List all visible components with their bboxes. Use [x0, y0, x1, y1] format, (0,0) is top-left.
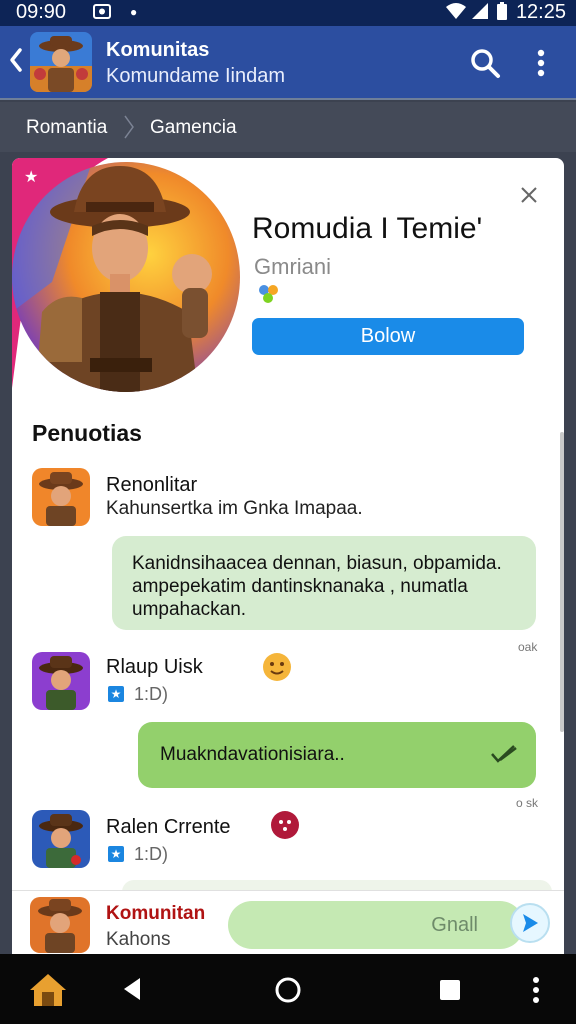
battery-icon — [496, 1, 508, 26]
read-check-icon — [490, 744, 518, 764]
smiley-emoji-icon — [262, 652, 292, 682]
home-app-icon[interactable] — [26, 970, 70, 1015]
breadcrumb: Romantia Gamencia — [0, 102, 576, 152]
breadcrumb-item-2[interactable]: Gamencia — [150, 117, 237, 139]
notification-dot-icon: ● — [130, 5, 138, 19]
message-meta: 1:D) — [134, 684, 169, 704]
close-icon — [521, 187, 537, 203]
close-button[interactable] — [518, 184, 540, 206]
message-bubble[interactable]: Muakndavationisiara.. — [138, 722, 536, 788]
composer-avatar[interactable] — [30, 897, 90, 953]
nav-home-button[interactable] — [274, 976, 302, 1009]
signal-icon — [470, 1, 490, 26]
header-subtitle: Komundame Iindam — [106, 65, 285, 87]
nav-back-button[interactable] — [122, 976, 144, 1007]
status-bar: 09:90 ● 12:25 — [0, 0, 576, 26]
breadcrumb-item-1[interactable]: Romantia — [26, 117, 107, 139]
reaction-emoji-icon — [270, 810, 300, 840]
send-button[interactable] — [510, 903, 550, 943]
bubble-text: Muakndavationisiara.. — [160, 744, 345, 765]
chevron-left-icon — [10, 48, 22, 72]
more-vert-icon — [533, 977, 539, 1003]
message-time: oak — [518, 640, 538, 654]
composer-subtitle: Kahons — [106, 929, 171, 950]
message-meta: 1:D) — [134, 844, 169, 864]
message-text: Kahunsertka im Gnka Imapaa. — [106, 498, 363, 519]
message-time: o sk — [516, 796, 539, 810]
profile-card: ★ Romudia I Temie' Gmriani Bolow Penuoti… — [12, 158, 564, 900]
header-title: Komunitas — [106, 39, 210, 61]
system-nav-bar — [0, 954, 576, 1024]
community-avatar[interactable] — [30, 32, 92, 92]
gems-badge-icon — [256, 282, 282, 311]
camera-icon — [92, 1, 112, 26]
status-clock: 12:25 — [515, 1, 566, 23]
send-icon — [523, 914, 538, 932]
recents-square-icon — [440, 980, 460, 1000]
message-avatar[interactable] — [32, 810, 90, 868]
more-vert-icon — [537, 49, 545, 77]
chevron-right-icon — [122, 114, 136, 140]
message-author: Renonlitar — [106, 474, 198, 496]
composer-bar: Komunitan Kahons Gnall — [12, 890, 564, 955]
message-input[interactable]: Gnall — [228, 901, 524, 949]
message-bubble[interactable]: Kanidnsihaacea dennan, biasun, obpamida.… — [112, 536, 536, 630]
home-circle-icon — [275, 977, 301, 1003]
more-options-button[interactable] — [530, 46, 552, 80]
search-icon — [471, 49, 500, 78]
scrollbar[interactable] — [560, 432, 564, 732]
verified-icon: ★ — [108, 846, 124, 862]
follow-button[interactable]: Bolow — [252, 318, 524, 355]
message-avatar[interactable] — [32, 468, 90, 526]
nav-menu-button[interactable] — [530, 976, 542, 1009]
nav-recents-button[interactable] — [438, 978, 462, 1007]
app-header: Komunitas Komundame Iindam — [0, 26, 576, 100]
section-title: Penuotias — [32, 420, 142, 446]
wifi-icon — [444, 1, 468, 26]
status-time: 09:90 — [16, 1, 67, 23]
svg-text:★: ★ — [24, 167, 38, 186]
profile-avatar[interactable] — [12, 162, 240, 392]
message-input-placeholder: Gnall — [431, 914, 478, 936]
back-triangle-icon — [124, 978, 140, 1000]
message-author: Rlaup Uisk — [106, 656, 203, 678]
message-avatar[interactable] — [32, 652, 90, 710]
message-author: Ralen Crrente — [106, 816, 231, 838]
search-button[interactable] — [468, 46, 502, 80]
profile-subtitle: Gmriani — [254, 254, 332, 279]
profile-name: Romudia I Temie' — [252, 212, 483, 245]
composer-name: Komunitan — [106, 903, 206, 924]
verified-icon: ★ — [108, 686, 124, 702]
back-button[interactable] — [8, 46, 24, 79]
bubble-text: Kanidnsihaacea dennan, biasun, obpamida.… — [132, 553, 502, 620]
